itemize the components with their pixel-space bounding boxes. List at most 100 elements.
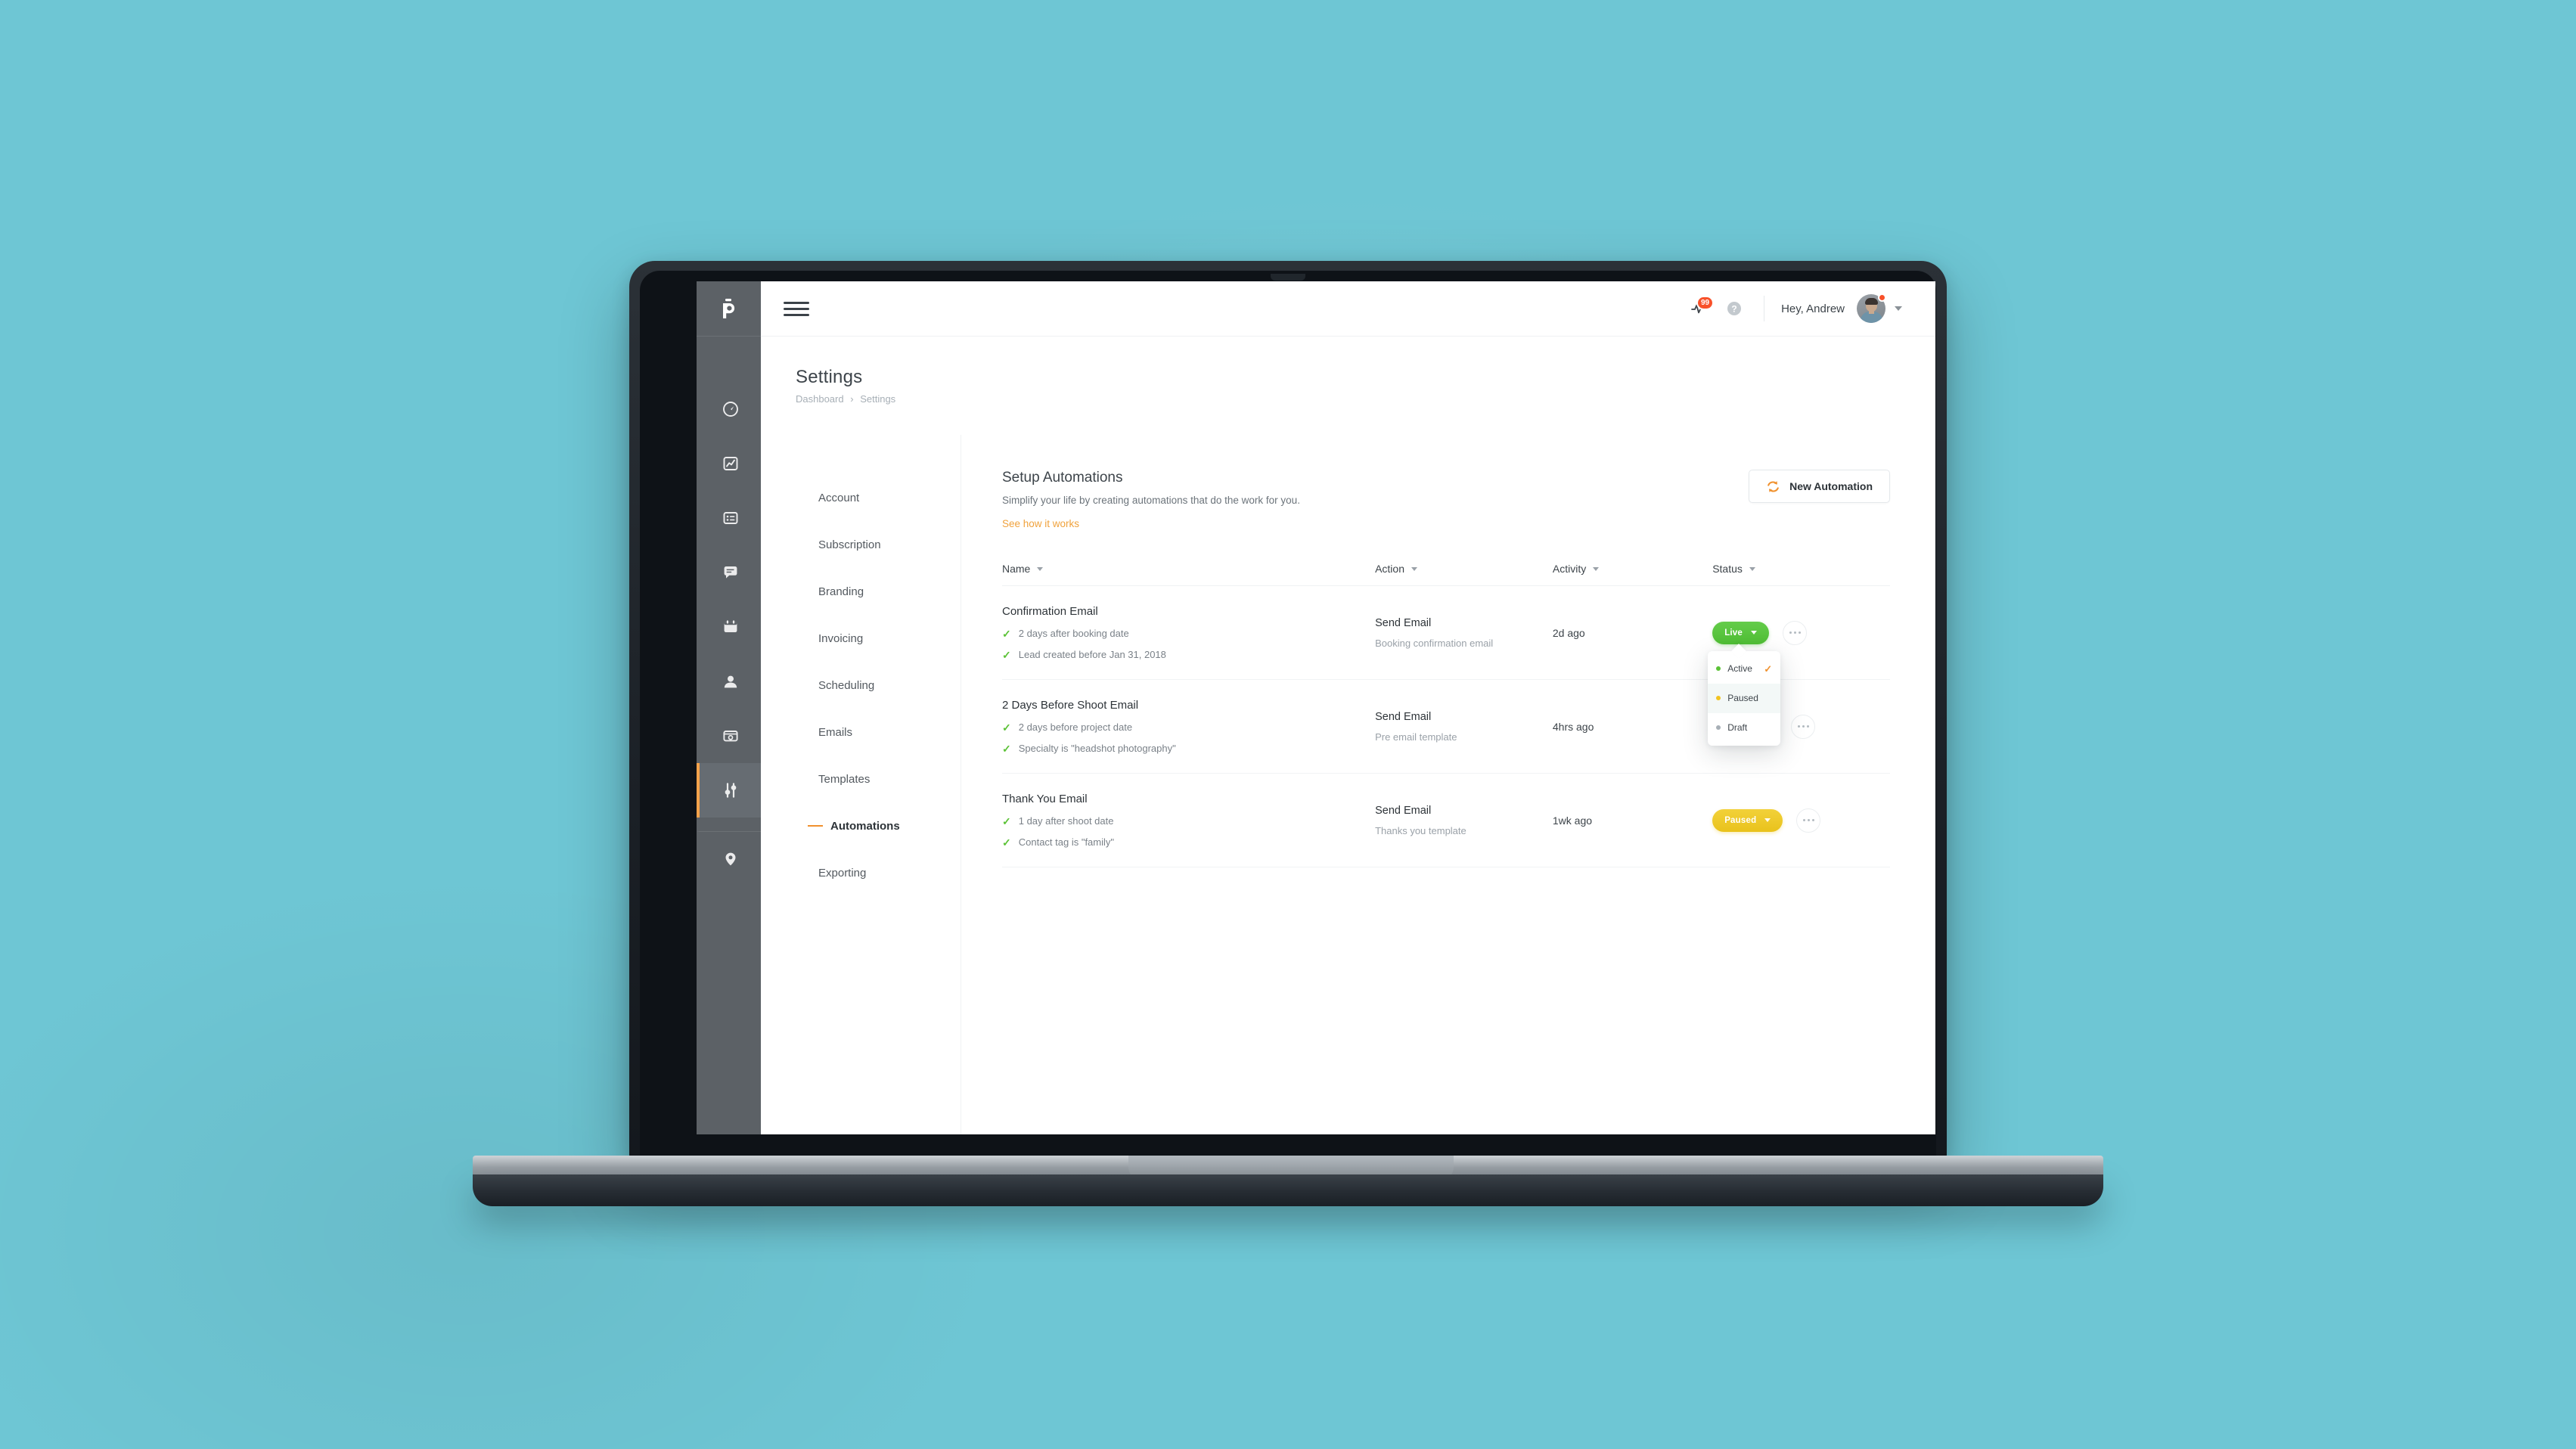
sidebar-item-settings[interactable] <box>697 763 761 818</box>
section-header-text: Setup Automations Simplify your life by … <box>1002 470 1300 531</box>
settings-nav-item-exporting[interactable]: Exporting <box>761 849 961 896</box>
user-greeting: Hey, Andrew <box>1781 302 1845 315</box>
speedometer-icon <box>722 402 738 417</box>
more-options-icon[interactable] <box>1791 714 1816 739</box>
breadcrumb-root[interactable]: Dashboard <box>796 393 844 405</box>
settings-nav-item-branding[interactable]: Branding <box>761 568 961 615</box>
main-stage: 99 ? Hey, Andrew Settings Dashboard › Se… <box>761 281 1935 1134</box>
laptop-mockup: 99 ? Hey, Andrew Settings Dashboard › Se… <box>0 0 2576 1449</box>
action-title: Send Email <box>1375 804 1432 817</box>
table-row[interactable]: Confirmation Email ✓ 2 days after bookin… <box>1002 586 1890 746</box>
automation-condition: ✓ 2 days before project date <box>1002 721 1363 733</box>
check-icon: ✓ <box>1002 648 1011 661</box>
chevron-down-icon[interactable] <box>1895 306 1902 311</box>
row-action-cell: Send Email Thanks you template <box>1375 805 1553 836</box>
table-row[interactable]: Thank You Email ✓ 1 day after shoot date… <box>1002 774 1890 867</box>
caret-down-icon <box>1751 631 1757 635</box>
column-header-status-label: Status <box>1712 563 1743 575</box>
status-dropdown-menu[interactable]: Active ✓ Paused Draft <box>1708 650 1781 746</box>
caret-down-icon <box>1037 566 1044 571</box>
check-icon: ✓ <box>1002 721 1011 734</box>
help-button[interactable]: ? <box>1717 291 1752 326</box>
new-automation-button[interactable]: New Automation <box>1749 470 1890 503</box>
settings-nav-item-automations[interactable]: Automations <box>761 802 961 849</box>
sidebar-item-messages[interactable] <box>697 545 761 600</box>
row-name-cell: Confirmation Email ✓ 2 days after bookin… <box>1002 605 1375 660</box>
sidebar-item-locations[interactable] <box>697 831 761 886</box>
automation-name: Thank You Email <box>1002 793 1088 805</box>
dropdown-option-draft[interactable]: Draft <box>1708 713 1780 743</box>
avatar-wrapper[interactable] <box>1857 293 1886 323</box>
settings-nav-item-scheduling[interactable]: Scheduling <box>761 662 961 709</box>
status-badge-paused[interactable]: Paused <box>1712 808 1783 832</box>
browser-window-icon <box>722 731 738 742</box>
column-header-name[interactable]: Name <box>1002 563 1375 575</box>
settings-nav-item-account[interactable]: Account <box>761 474 961 521</box>
settings-nav-item-invoicing[interactable]: Invoicing <box>761 615 961 662</box>
activity-timestamp: 4hrs ago <box>1552 720 1594 733</box>
settings-nav-item-emails[interactable]: Emails <box>761 709 961 756</box>
column-header-action-label: Action <box>1375 563 1404 575</box>
row-activity-cell: 1wk ago <box>1553 814 1712 827</box>
dropdown-option-active[interactable]: Active ✓ <box>1708 654 1780 684</box>
dropdown-option-label: Draft <box>1727 722 1748 733</box>
row-status-cell: Paused <box>1712 808 1890 833</box>
list-checklist-icon <box>723 512 737 524</box>
status-dot-gray <box>1716 725 1721 730</box>
see-how-it-works-link[interactable]: See how it works <box>1002 518 1079 529</box>
top-bar-actions: 99 ? Hey, Andrew <box>1682 291 1902 326</box>
more-options-icon[interactable] <box>1783 620 1807 645</box>
content-panel: Setup Automations Simplify your life by … <box>961 435 1935 1134</box>
caret-down-icon <box>1764 818 1771 822</box>
caret-down-icon <box>1593 566 1600 571</box>
sidebar-item-contacts[interactable] <box>697 654 761 709</box>
automations-table: Name Action Activity Status Confirmation… <box>1002 563 1890 867</box>
column-header-status[interactable]: Status <box>1712 563 1890 575</box>
settings-nav-item-templates[interactable]: Templates <box>761 756 961 802</box>
action-title: Send Email <box>1375 616 1432 629</box>
status-badge-label: Paused <box>1724 815 1757 825</box>
section-header: Setup Automations Simplify your life by … <box>1002 470 1890 531</box>
page-title: Settings <box>796 367 863 387</box>
settings-nav: Account Subscription Branding Invoicing … <box>761 435 961 1134</box>
avatar-status-dot <box>1878 293 1886 302</box>
body-columns: Account Subscription Branding Invoicing … <box>761 435 1935 1134</box>
sidebar-item-gallery[interactable] <box>697 709 761 763</box>
condition-text: Lead created before Jan 31, 2018 <box>1018 649 1166 660</box>
breadcrumb: Dashboard › Settings <box>796 393 1935 405</box>
dropdown-option-paused[interactable]: Paused <box>1708 683 1781 713</box>
question-mark-help-icon: ? <box>1727 302 1742 315</box>
check-icon: ✓ <box>1002 814 1011 827</box>
automation-condition: ✓ Specialty is "headshot photography" <box>1002 743 1363 754</box>
more-options-icon[interactable] <box>1796 808 1821 833</box>
sidebar-item-calendar[interactable] <box>697 600 761 654</box>
rail-item-list <box>697 337 761 886</box>
automation-condition: ✓ 2 days after booking date <box>1002 628 1363 639</box>
status-dot-green <box>1716 666 1721 671</box>
check-icon: ✓ <box>1002 627 1011 640</box>
condition-text: 1 day after shoot date <box>1018 815 1114 827</box>
refresh-cycle-icon <box>1768 480 1779 492</box>
sidebar-item-dashboard[interactable] <box>697 382 761 436</box>
section-title: Setup Automations <box>1002 470 1123 486</box>
user-contact-icon <box>724 675 737 688</box>
hamburger-menu-icon[interactable] <box>784 296 809 321</box>
column-header-activity-label: Activity <box>1552 563 1587 575</box>
column-header-action[interactable]: Action <box>1375 563 1553 575</box>
automation-name: Confirmation Email <box>1002 605 1098 618</box>
settings-nav-item-subscription[interactable]: Subscription <box>761 521 961 568</box>
activity-timestamp: 2d ago <box>1552 626 1585 639</box>
automation-condition: ✓ 1 day after shoot date <box>1002 815 1363 827</box>
activity-button[interactable]: 99 <box>1682 291 1717 326</box>
status-badge-live[interactable]: Live <box>1712 621 1769 644</box>
status-badge-label: Live <box>1724 628 1743 638</box>
condition-text: Specialty is "headshot photography" <box>1018 743 1176 754</box>
activity-timestamp: 1wk ago <box>1552 814 1593 827</box>
row-status-cell: Live Active ✓ Paused Draft <box>1708 620 1890 746</box>
sidebar-item-analytics[interactable] <box>697 436 761 491</box>
sidebar-item-projects[interactable] <box>697 491 761 545</box>
primary-icon-rail <box>697 281 761 1134</box>
new-automation-label: New Automation <box>1789 480 1873 492</box>
column-header-activity[interactable]: Activity <box>1553 563 1712 575</box>
app-logo[interactable] <box>697 281 761 337</box>
